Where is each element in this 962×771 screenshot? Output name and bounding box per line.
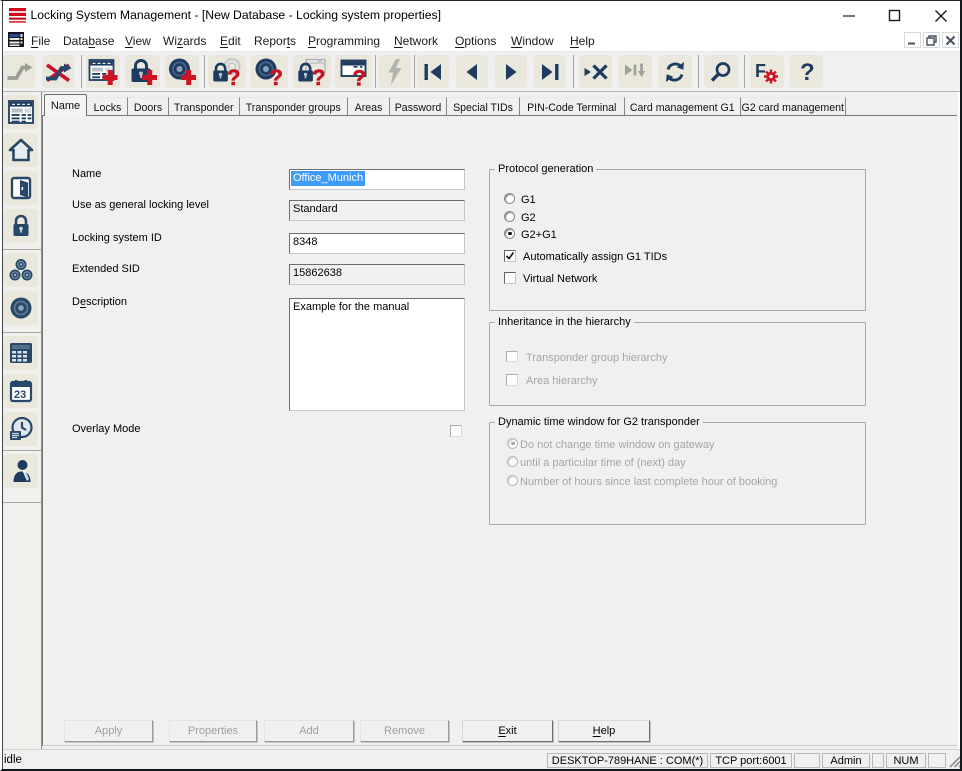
svg-text:F: F xyxy=(755,61,766,81)
svg-text:?: ? xyxy=(312,65,325,86)
svg-text:?: ? xyxy=(270,65,283,86)
svg-text:?: ? xyxy=(800,59,815,85)
svg-text:23: 23 xyxy=(14,389,26,401)
svg-text:?: ? xyxy=(227,65,240,86)
svg-text:?: ? xyxy=(352,65,365,86)
